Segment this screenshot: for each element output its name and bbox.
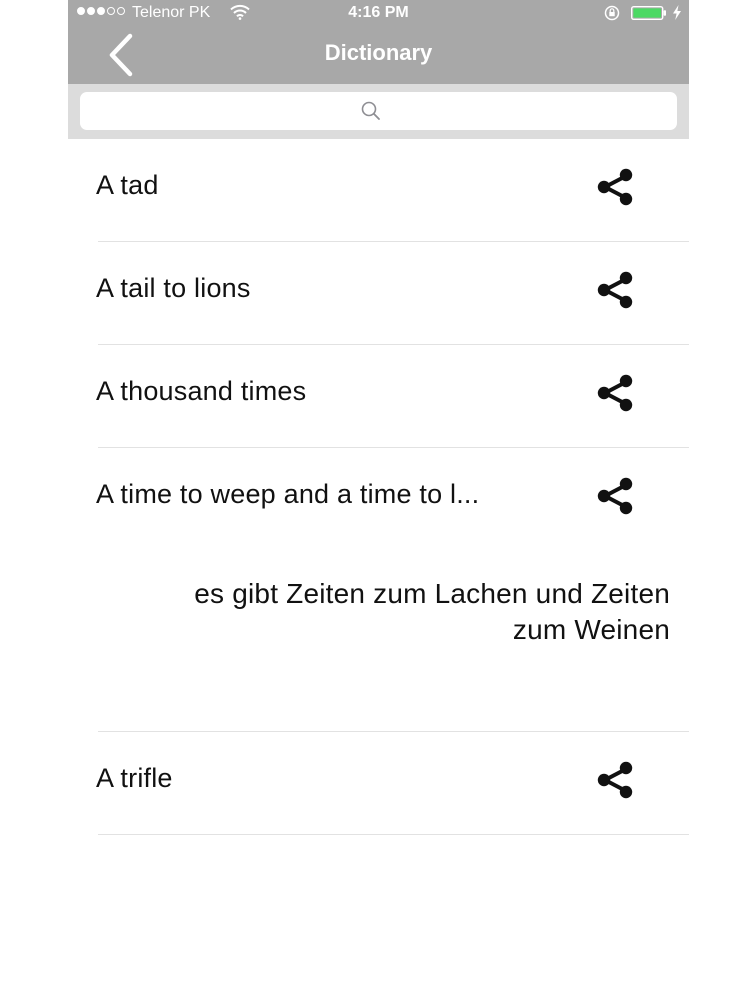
search-bar xyxy=(68,84,689,139)
status-time: 4:16 PM xyxy=(348,4,409,21)
share-button[interactable] xyxy=(594,476,638,516)
share-icon xyxy=(597,761,633,799)
share-icon xyxy=(597,271,633,309)
share-icon xyxy=(597,374,633,412)
list-item-expanded[interactable]: A time to weep and a time to l... es gib… xyxy=(96,448,689,732)
entry-translation: es gibt Zeiten zum Lachen und Zeiten zum… xyxy=(194,578,670,645)
status-bar: Telenor PK 4:16 PM xyxy=(68,0,689,26)
search-input[interactable] xyxy=(80,92,677,130)
list-item[interactable]: A thousand times xyxy=(96,345,689,448)
share-button[interactable] xyxy=(594,760,638,800)
entry-term: A time to weep and a time to l... xyxy=(96,479,480,509)
list-item[interactable]: A trifle xyxy=(96,732,689,835)
share-button[interactable] xyxy=(594,270,638,310)
entry-term: A trifle xyxy=(96,763,173,793)
phone-screen: Telenor PK 4:16 PM Dictionary A tad A ta… xyxy=(68,0,689,1000)
navigation-bar: Dictionary xyxy=(68,26,689,84)
list-item[interactable]: A tad xyxy=(96,139,689,242)
lightning-bolt-icon xyxy=(673,5,681,20)
top-bar: Telenor PK 4:16 PM Dictionary xyxy=(68,0,689,139)
list-item[interactable]: A tail to lions xyxy=(96,242,689,345)
dictionary-list: A tad A tail to lions A thousand times A… xyxy=(68,139,689,835)
share-button[interactable] xyxy=(594,373,638,413)
share-icon xyxy=(597,477,633,515)
battery-icon xyxy=(631,6,666,20)
entry-term: A tail to lions xyxy=(96,273,251,303)
page-title: Dictionary xyxy=(324,40,433,65)
entry-term: A thousand times xyxy=(96,376,307,406)
share-button[interactable] xyxy=(594,167,638,207)
entry-term: A tad xyxy=(96,170,159,200)
share-icon xyxy=(597,168,633,206)
rotation-lock-icon xyxy=(604,5,620,21)
